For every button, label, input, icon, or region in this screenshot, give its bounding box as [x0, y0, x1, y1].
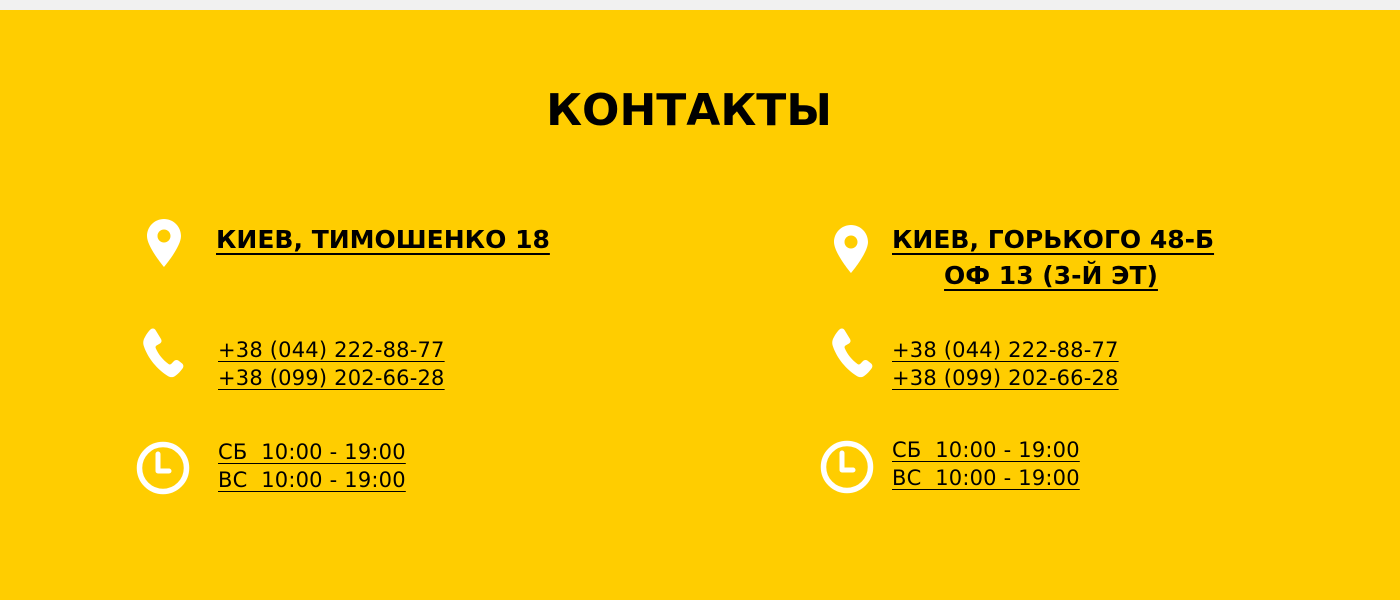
hours-line: СБ 10:00 - 19:00: [892, 438, 1080, 462]
clock-icon: [820, 440, 874, 494]
address-line: КИЕВ, ТИМОШЕНКО 18: [216, 225, 550, 254]
hours-line: ВС 10:00 - 19:00: [218, 468, 406, 492]
phone-link[interactable]: +38 (099) 202-66-28: [218, 364, 445, 393]
phone-icon: [143, 328, 184, 378]
map-pin-icon: [147, 219, 181, 267]
hours-line: СБ 10:00 - 19:00: [218, 440, 406, 464]
clock-icon: [136, 441, 190, 495]
address-link-1[interactable]: КИЕВ, ТИМОШЕНКО 18: [216, 222, 550, 258]
phone-icon: [832, 328, 873, 378]
map-pin-icon: [834, 225, 868, 273]
phone-link[interactable]: +38 (099) 202-66-28: [892, 364, 1119, 393]
address-line: ОФ 13 (3-Й ЭТ): [944, 261, 1158, 290]
phone-link[interactable]: +38 (044) 222-88-77: [218, 336, 445, 365]
address-link-2[interactable]: КИЕВ, ГОРЬКОГО 48-Б ОФ 13 (3-Й ЭТ): [892, 222, 1215, 294]
section-title: КОНТАКТЫ: [546, 85, 832, 136]
contacts-section: КОНТАКТЫ КИЕВ, ТИМОШЕНКО 18 +38 (044) 22…: [0, 10, 1400, 600]
address-line: КИЕВ, ГОРЬКОГО 48-Б: [892, 225, 1215, 254]
hours-line: ВС 10:00 - 19:00: [892, 466, 1080, 490]
phone-link[interactable]: +38 (044) 222-88-77: [892, 336, 1119, 365]
